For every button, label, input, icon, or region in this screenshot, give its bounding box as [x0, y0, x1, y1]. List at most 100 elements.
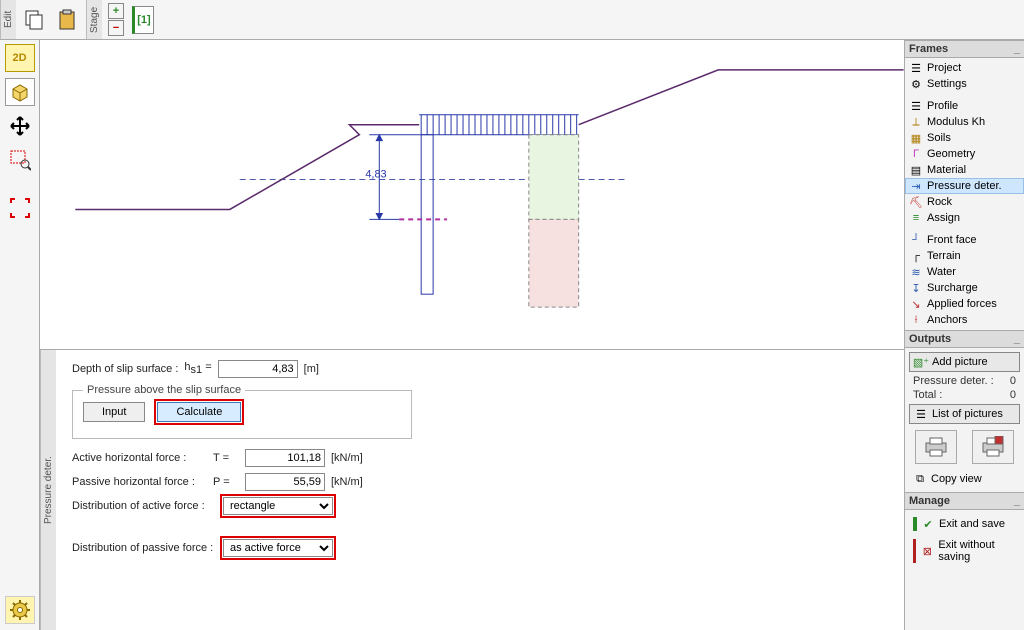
project-icon: ☰ — [909, 61, 923, 75]
bottom-panel: Pressure deter. Depth of slip surface : … — [40, 350, 904, 630]
passive-unit: [kN/m] — [331, 476, 363, 488]
app-root: Edit Stage + − [1] 2D — [0, 0, 1024, 630]
frame-project[interactable]: ☰Project — [905, 60, 1024, 76]
pressure-above-fieldset: Pressure above the slip surface Input Ca… — [72, 384, 412, 439]
frame-rock[interactable]: ⛏Rock — [905, 194, 1024, 210]
print-buttons-row — [907, 426, 1022, 468]
exit-save-button[interactable]: ✔ Exit and save — [909, 514, 1020, 534]
bottom-panel-content: Depth of slip surface : hs1 = [m] Pressu… — [56, 350, 904, 630]
stage-addremove: + − — [106, 1, 126, 38]
dist-passive-label: Distribution of passive force : — [72, 542, 217, 554]
top-toolbar: Edit Stage + − [1] — [0, 0, 1024, 40]
frame-applied-forces[interactable]: ↘Applied forces — [905, 296, 1024, 312]
view-2d-button[interactable]: 2D — [5, 44, 35, 72]
frame-anchors[interactable]: ⟊Anchors — [905, 312, 1024, 328]
frame-surcharge[interactable]: ↧Surcharge — [905, 280, 1024, 296]
passive-force-input[interactable] — [245, 473, 325, 491]
frames-tree: ☰Project ⚙Settings ☰Profile ⟂Modulus Kh … — [905, 58, 1024, 330]
calculate-mode-button[interactable]: Calculate — [157, 402, 241, 422]
edit-panel-label: Edit — [0, 0, 16, 39]
copy-icon: ⧉ — [913, 472, 927, 486]
frame-geometry[interactable]: ΓGeometry — [905, 146, 1024, 162]
frame-water[interactable]: ≋Water — [905, 264, 1024, 280]
dist-active-row: Distribution of active force : rectangle — [72, 497, 888, 515]
frontface-icon: ┘ — [909, 233, 923, 247]
print-button[interactable] — [915, 430, 957, 464]
depth-symbol: hs1 = — [184, 361, 211, 376]
active-force-input[interactable] — [245, 449, 325, 467]
depth-input[interactable] — [218, 360, 298, 378]
assign-icon: ≡ — [909, 211, 923, 225]
depth-unit: [m] — [304, 363, 319, 375]
dist-active-label: Distribution of active force : — [72, 500, 217, 512]
frame-pressure-deter[interactable]: ⇥Pressure deter. — [905, 178, 1024, 194]
forces-icon: ↘ — [909, 297, 923, 311]
paste-button[interactable] — [52, 5, 82, 35]
manage-minimize-button[interactable]: _ — [1014, 495, 1020, 507]
stage-remove-button[interactable]: − — [108, 20, 124, 36]
anchors-icon: ⟊ — [909, 313, 923, 327]
dist-active-select[interactable]: rectangle — [223, 497, 333, 515]
right-column: Frames _ ☰Project ⚙Settings ☰Profile ⟂Mo… — [904, 40, 1024, 630]
exit-nosave-button[interactable]: ⊠ Exit without saving — [909, 536, 1020, 566]
list-icon: ☰ — [914, 407, 928, 421]
view-3d-button[interactable] — [5, 78, 35, 106]
stage-tab-1[interactable]: [1] — [132, 6, 154, 34]
drawing-canvas[interactable]: 4,83 — [40, 40, 904, 350]
frame-terrain[interactable]: ┌Terrain — [905, 248, 1024, 264]
list-pictures-button[interactable]: ☰ List of pictures — [909, 404, 1020, 424]
active-label: Active horizontal force : — [72, 452, 207, 464]
depth-row: Depth of slip surface : hs1 = [m] — [72, 360, 888, 378]
add-picture-button[interactable]: ▧⁺ Add picture — [909, 352, 1020, 372]
passive-symbol: P = — [213, 476, 239, 488]
close-icon: ⊠ — [920, 544, 934, 558]
stage-add-button[interactable]: + — [108, 3, 124, 19]
outputs-body: ▧⁺ Add picture Pressure deter. :0 Total … — [905, 348, 1024, 492]
dimension-label: 4,83 — [365, 169, 386, 181]
frame-front-face[interactable]: ┘Front face — [905, 232, 1024, 248]
manage-header: Manage _ — [905, 492, 1024, 510]
modulus-icon: ⟂ — [909, 115, 923, 129]
active-unit: [kN/m] — [331, 452, 363, 464]
frame-material[interactable]: ▤Material — [905, 162, 1024, 178]
frame-settings[interactable]: ⚙Settings — [905, 76, 1024, 92]
frame-modulus-kh[interactable]: ⟂Modulus Kh — [905, 114, 1024, 130]
frames-minimize-button[interactable]: _ — [1014, 43, 1020, 55]
copy-button[interactable] — [20, 5, 50, 35]
add-picture-icon: ▧⁺ — [914, 355, 928, 369]
gear-icon: ⚙ — [909, 77, 923, 91]
copy-view-button[interactable]: ⧉ Copy view — [909, 470, 1020, 488]
outputs-minimize-button[interactable]: _ — [1014, 333, 1020, 345]
depth-label: Depth of slip surface : — [72, 363, 178, 375]
dist-passive-select[interactable]: as active force — [223, 539, 333, 557]
material-icon: ▤ — [909, 163, 923, 177]
pan-tool-button[interactable] — [5, 112, 35, 140]
outputs-header: Outputs _ — [905, 330, 1024, 348]
frame-assign[interactable]: ≡Assign — [905, 210, 1024, 226]
geometry-icon: Γ — [909, 147, 923, 161]
output-row-total: Total :0 — [907, 388, 1022, 402]
surcharge-icon: ↧ — [909, 281, 923, 295]
print-color-button[interactable] — [972, 430, 1014, 464]
structure-drawing: 4,83 — [40, 40, 904, 349]
frame-soils[interactable]: ▦Soils — [905, 130, 1024, 146]
soils-icon: ▦ — [909, 131, 923, 145]
input-mode-button[interactable]: Input — [83, 402, 145, 422]
water-icon: ≋ — [909, 265, 923, 279]
passive-force-row: Passive horizontal force : P = [kN/m] — [72, 473, 888, 491]
settings-gear-button[interactable] — [5, 596, 35, 624]
active-symbol: T = — [213, 452, 239, 464]
dist-passive-row: Distribution of passive force : as activ… — [72, 539, 888, 557]
stage-group: + − [1] — [102, 0, 162, 39]
bottom-panel-label: Pressure deter. — [40, 350, 56, 630]
left-toolbar: 2D — [0, 40, 40, 630]
active-force-row: Active horizontal force : T = [kN/m] — [72, 449, 888, 467]
zoom-region-button[interactable] — [5, 146, 35, 174]
frames-header: Frames _ — [905, 40, 1024, 58]
check-icon: ✔ — [921, 517, 935, 531]
outputs-title: Outputs — [909, 333, 951, 345]
rock-icon: ⛏ — [909, 195, 923, 209]
main-row: 2D — [0, 40, 1024, 630]
frame-profile[interactable]: ☰Profile — [905, 98, 1024, 114]
fit-view-button[interactable] — [5, 194, 35, 222]
